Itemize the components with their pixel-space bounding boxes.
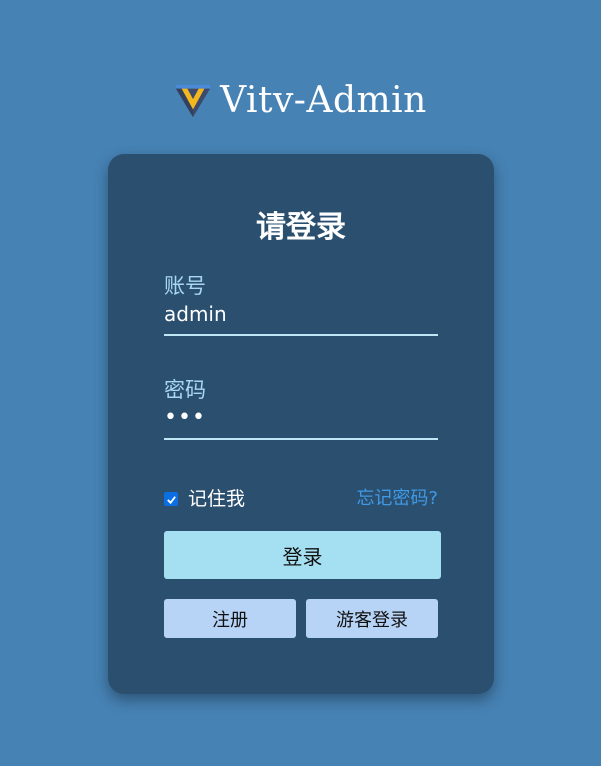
- username-label: 账号: [164, 274, 206, 298]
- register-button[interactable]: 注册: [164, 599, 296, 638]
- checkmark-icon: [166, 495, 176, 504]
- brand-header: Vitv-Admin: [0, 78, 601, 124]
- password-input[interactable]: •••: [164, 404, 438, 440]
- password-field: 密码 •••: [164, 376, 438, 440]
- app-title: Vitv-Admin: [220, 80, 427, 121]
- remember-me-label[interactable]: 记住我: [188, 487, 245, 511]
- forgot-password-link[interactable]: 忘记密码?: [356, 487, 438, 511]
- login-card: 请登录 账号 admin 密码 ••• 记住我 忘记密码? 登录 注册 游客登录: [108, 154, 494, 694]
- remember-me-checkbox[interactable]: [164, 492, 178, 506]
- username-field: 账号 admin: [164, 272, 438, 336]
- password-label: 密码: [164, 378, 206, 402]
- guest-login-button[interactable]: 游客登录: [306, 599, 438, 638]
- login-button[interactable]: 登录: [164, 531, 441, 579]
- vue-logo-icon: [176, 84, 211, 118]
- login-page: Vitv-Admin 请登录 账号 admin 密码 ••• 记住我 忘记密码?…: [0, 0, 601, 766]
- username-input[interactable]: admin: [164, 300, 438, 336]
- remember-me: 记住我: [164, 487, 245, 511]
- login-title: 请登录: [256, 210, 346, 245]
